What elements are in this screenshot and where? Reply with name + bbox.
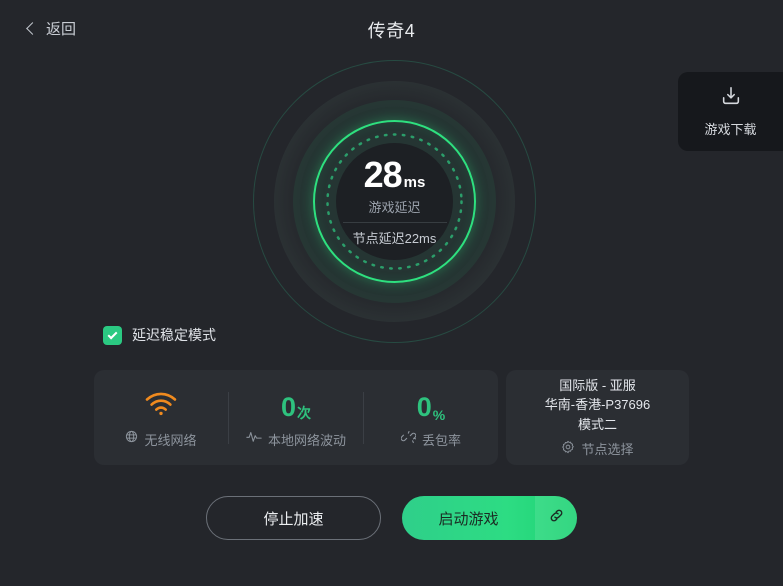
stop-acceleration-label: 停止加速 [263, 510, 324, 528]
stat-fluctuation-name-row: 本地网络波动 [246, 430, 346, 449]
start-game-link-button[interactable] [535, 496, 577, 540]
network-stats-card: 无线网络 0 次 本地网络波动 0 % 丢包率 [94, 370, 498, 465]
stop-acceleration-button[interactable]: 停止加速 [206, 496, 381, 540]
latency-unit: ms [403, 173, 426, 191]
latency-value: 28 [363, 153, 403, 195]
stat-local-fluctuation: 0 次 本地网络波动 [229, 387, 363, 449]
stat-packet-loss-suffix: % [432, 406, 446, 423]
node-picker-label: 节点选择 [581, 442, 634, 458]
accelerator-window: 返回 传奇4 游戏下载 28 ms 游戏延迟 节点延迟22ms 延迟稳定模式 无… [0, 0, 783, 586]
link-icon [548, 507, 565, 529]
stat-fluctuation-value: 0 [280, 391, 297, 422]
gear-icon [561, 440, 575, 457]
pulse-icon [246, 430, 262, 448]
stat-wireless-value [144, 387, 178, 421]
node-region-line: 国际版 - 亚服 [559, 377, 636, 393]
stable-mode-checkbox[interactable]: 延迟稳定模式 [103, 325, 216, 345]
gauge-divider [342, 221, 447, 223]
page-title: 传奇4 [367, 21, 416, 41]
stat-packet-loss-value: 0 [416, 391, 432, 422]
node-mode-line: 模式二 [577, 416, 617, 432]
node-selection-card[interactable]: 国际版 - 亚服 华南-香港-P37696 模式二 节点选择 [506, 370, 689, 465]
stat-packet-loss-name: 丢包率 [421, 432, 461, 448]
start-game-button[interactable]: 启动游戏 [402, 496, 577, 540]
stat-packet-loss: 0 % 丢包率 [364, 387, 498, 449]
stable-mode-label: 延迟稳定模式 [132, 327, 216, 343]
node-picker[interactable]: 节点选择 [561, 439, 634, 458]
wifi-icon [144, 390, 178, 421]
node-latency-text: 节点延迟22ms [352, 230, 437, 246]
latency-gauge: 28 ms 游戏延迟 节点延迟22ms [253, 60, 536, 343]
checkbox-box[interactable] [103, 325, 122, 345]
latency-label: 游戏延迟 [368, 199, 421, 215]
start-game-label: 启动游戏 [438, 510, 499, 528]
stat-wireless-name-row: 无线网络 [125, 430, 197, 449]
window-header: 返回 传奇4 [0, 0, 783, 60]
stat-fluctuation-name: 本地网络波动 [267, 432, 346, 448]
node-id-line: 华南-香港-P37696 [544, 397, 651, 413]
download-icon [720, 85, 742, 112]
gauge-readout: 28 ms 游戏延迟 节点延迟22ms [313, 120, 476, 283]
stat-wireless-network: 无线网络 [94, 387, 228, 449]
check-icon [107, 329, 118, 339]
game-download-label: 游戏下载 [704, 122, 757, 137]
stat-wireless-name: 无线网络 [144, 432, 197, 448]
broken-link-icon [400, 430, 417, 449]
stat-fluctuation-value-row: 0 次 [281, 387, 311, 421]
stat-fluctuation-suffix: 次 [297, 404, 312, 421]
globe-icon [125, 430, 138, 448]
latency-value-row: 28 ms [363, 153, 426, 195]
game-download-tab[interactable]: 游戏下载 [678, 72, 783, 151]
stat-packet-loss-name-row: 丢包率 [400, 430, 461, 449]
stat-packet-loss-value-row: 0 % [416, 387, 446, 423]
